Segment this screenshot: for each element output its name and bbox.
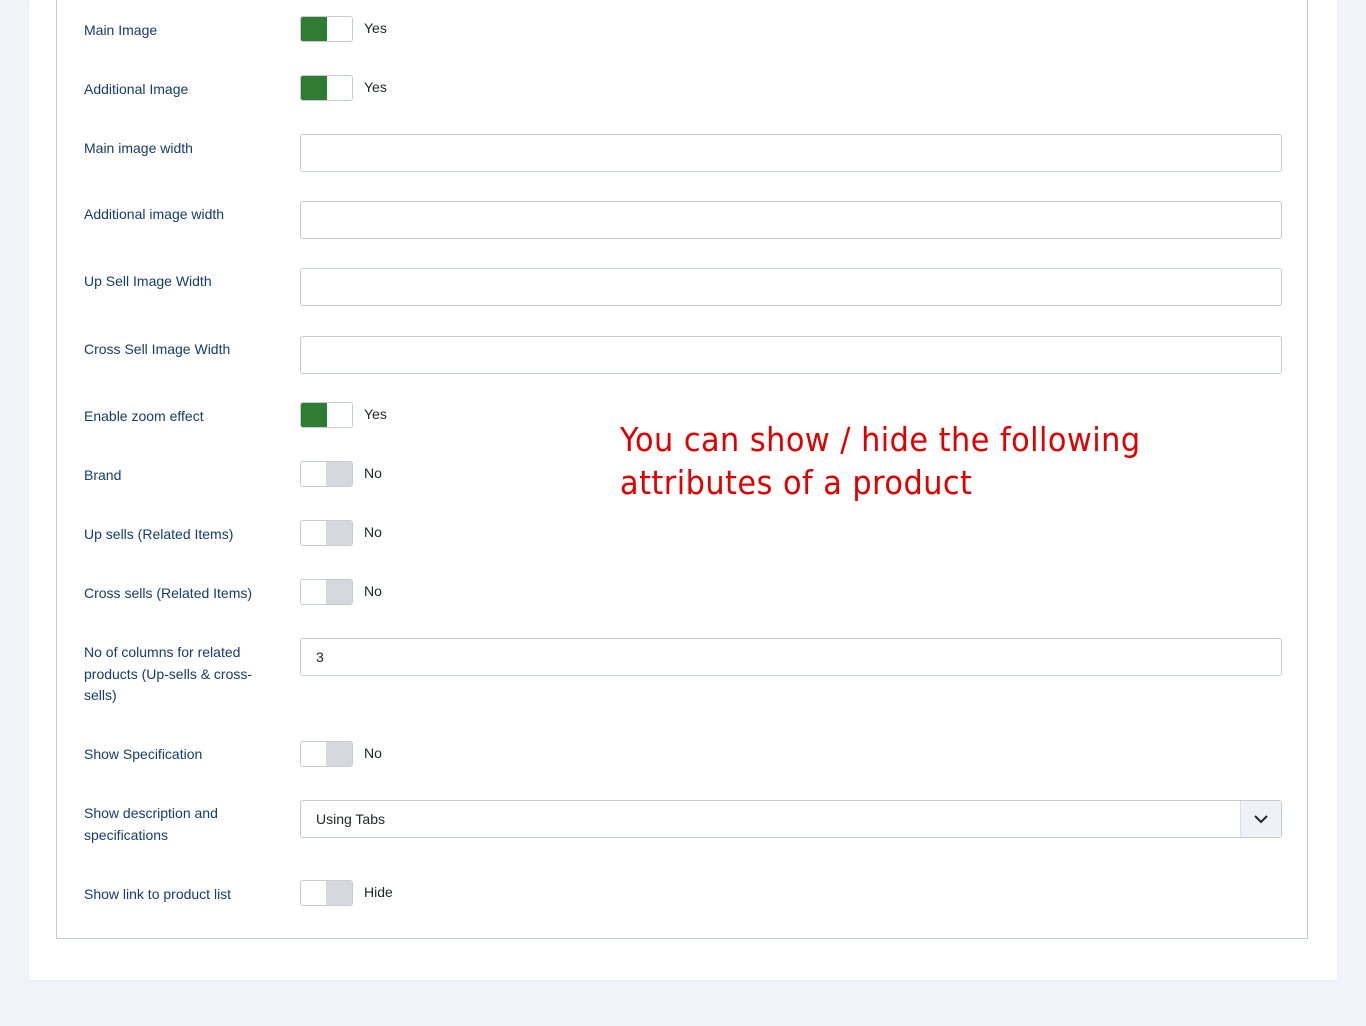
show-description-label: Show description and specifications — [84, 805, 218, 843]
cross-sells-state: No — [364, 583, 382, 599]
additional-image-toggle[interactable] — [300, 75, 353, 101]
brand-label: Brand — [84, 467, 122, 483]
enable-zoom-label: Enable zoom effect — [84, 408, 204, 424]
up-sells-toggle[interactable] — [300, 520, 353, 546]
toggle-knob — [301, 403, 327, 427]
main-image-toggle[interactable] — [300, 16, 353, 42]
toggle-knob — [326, 521, 352, 545]
annotation-text: You can show / hide the following attrib… — [620, 420, 1141, 502]
show-link-label: Show link to product list — [84, 886, 232, 902]
show-link-state: Hide — [364, 884, 393, 900]
additional-image-state: Yes — [364, 79, 387, 95]
up-sell-image-width-input[interactable] — [300, 268, 1282, 306]
toggle-knob — [326, 580, 352, 604]
related-columns-label: No of columns for related products (Up-s… — [84, 644, 253, 703]
main-image-width-input[interactable] — [300, 134, 1282, 172]
show-specification-state: No — [364, 745, 382, 761]
toggle-knob — [326, 881, 352, 905]
up-sells-state: No — [364, 524, 382, 540]
enable-zoom-toggle[interactable] — [300, 402, 353, 428]
additional-image-label: Additional Image — [84, 81, 189, 97]
additional-image-width-label: Additional image width — [84, 206, 225, 222]
cross-sells-label: Cross sells (Related Items) — [84, 585, 253, 601]
show-description-select[interactable]: Using Tabs — [300, 800, 1282, 838]
show-specification-label: Show Specification — [84, 746, 203, 762]
cross-sells-toggle[interactable] — [300, 579, 353, 605]
cross-sell-image-width-label: Cross Sell Image Width — [84, 341, 231, 357]
enable-zoom-state: Yes — [364, 406, 387, 422]
brand-toggle[interactable] — [300, 461, 353, 487]
related-columns-input[interactable]: 3 — [300, 638, 1282, 676]
main-image-width-label: Main image width — [84, 140, 193, 156]
toggle-knob — [326, 742, 352, 766]
brand-state: No — [364, 465, 382, 481]
toggle-knob — [301, 76, 327, 100]
cross-sell-image-width-input[interactable] — [300, 336, 1282, 374]
main-image-label: Main Image — [84, 22, 158, 38]
toggle-knob — [326, 462, 352, 486]
toggle-knob — [301, 17, 327, 41]
chevron-down-icon[interactable] — [1240, 801, 1281, 837]
show-link-toggle[interactable] — [300, 880, 353, 906]
show-description-value: Using Tabs — [316, 811, 386, 827]
main-image-state: Yes — [364, 20, 387, 36]
show-specification-toggle[interactable] — [300, 741, 353, 767]
up-sells-label: Up sells (Related Items) — [84, 526, 234, 542]
up-sell-image-width-label: Up Sell Image Width — [84, 273, 212, 289]
additional-image-width-input[interactable] — [300, 201, 1282, 239]
